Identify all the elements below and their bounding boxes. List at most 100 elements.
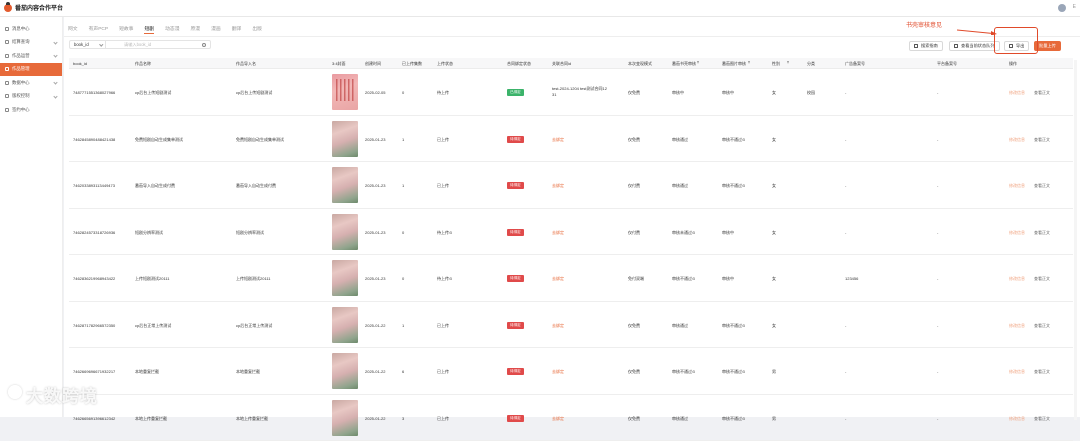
table-row: 7462669696671932217本地重复拦截本地重复拦截2025-01-2… (69, 348, 1073, 395)
sidebar-item[interactable]: 作品管理 (0, 63, 62, 77)
batch-upload-button[interactable]: 批量上传 (1034, 41, 1061, 51)
view-content-link[interactable]: 查看正文 (1034, 183, 1050, 189)
bind-contract-link[interactable]: 去绑定 (552, 276, 564, 282)
filter-icon[interactable] (787, 61, 789, 64)
sidebar-item-label: 签约中心 (12, 107, 30, 113)
tab[interactable]: 短剧 (144, 25, 154, 35)
tab[interactable]: 原漫 (191, 25, 201, 35)
view-content-link[interactable]: 查看正文 (1034, 276, 1050, 282)
sidebar-item[interactable]: 消息中心 (0, 22, 62, 36)
bind-contract-link[interactable]: 去绑定 (552, 323, 564, 329)
gender-cell: 女 (772, 137, 776, 143)
tab[interactable]: 翻译 (232, 25, 242, 35)
view-content-link[interactable]: 查看正文 (1034, 416, 1050, 422)
edit-info-link[interactable]: 修改信息 (1009, 90, 1025, 96)
tab[interactable]: 网文 (68, 25, 78, 35)
platform-record-cell: - (937, 90, 938, 95)
chevron-down-icon (53, 53, 57, 57)
cover-thumbnail[interactable] (332, 167, 358, 203)
edit-info-link[interactable]: 修改信息 (1009, 369, 1025, 375)
bind-contract-link[interactable]: 去绑定 (552, 183, 564, 189)
column-header: 番茄书壳审核 (672, 61, 696, 67)
bind-contract-link[interactable]: 去绑定 (552, 230, 564, 236)
column-header: 合同绑定状态 (507, 61, 531, 67)
shell-review-cell: 审核不通过⊙ (672, 276, 695, 282)
ad-record-cell: - (845, 183, 846, 188)
cover-thumbnail[interactable] (332, 214, 358, 250)
tomato-logo-icon (4, 4, 12, 12)
cover-thumbnail[interactable] (332, 74, 358, 110)
column-header: 已上传集数 (402, 61, 422, 67)
column-header: 本次变现模式 (628, 61, 652, 67)
sidebar-item[interactable]: 版权控制 (0, 90, 62, 104)
book-id-cell: 7462845890488421438 (73, 137, 115, 142)
search-icon[interactable] (202, 43, 206, 47)
search-guide-label: 搜索指南 (921, 43, 938, 49)
edit-info-link[interactable]: 修改信息 (1009, 416, 1025, 422)
sidebar-item[interactable]: 签约中心 (0, 103, 62, 117)
sidebar-item-label: 消息中心 (12, 26, 30, 32)
tab[interactable]: 有声PCP (89, 25, 108, 35)
tab[interactable]: 漫画 (211, 25, 221, 35)
created-date-cell: 2025-02-05 (365, 90, 385, 95)
work-name-cell: 上传短剧测试20111 (135, 276, 170, 282)
sidebar-item-label: 作品管理 (12, 66, 30, 72)
vertical-scrollbar[interactable] (1074, 60, 1077, 420)
cover-thumbnail[interactable] (332, 353, 358, 389)
ad-record-cell: - (845, 416, 846, 421)
queue-status-button[interactable]: 查看当前状态队列 (949, 41, 1000, 51)
view-content-link[interactable]: 查看正文 (1034, 137, 1050, 143)
ad-record-cell: - (845, 230, 846, 235)
user-menu[interactable]: E (1073, 4, 1076, 10)
edit-info-link[interactable]: 修改信息 (1009, 137, 1025, 143)
cover-thumbnail[interactable] (332, 400, 358, 436)
menu-icon (5, 108, 9, 112)
menu-icon (5, 67, 9, 71)
created-date-cell: 2025-01-22 (365, 323, 385, 328)
view-content-link[interactable]: 查看正文 (1034, 90, 1050, 96)
gender-cell: 女 (772, 90, 776, 96)
view-content-link[interactable]: 查看正文 (1034, 230, 1050, 236)
search-input[interactable]: 请输入book_id (106, 42, 202, 48)
view-content-link[interactable]: 查看正文 (1034, 369, 1050, 375)
import-name-cell: 本地上传重复拦截 (236, 416, 268, 422)
edit-info-link[interactable]: 修改信息 (1009, 276, 1025, 282)
chevron-down-icon (53, 94, 57, 98)
bind-contract-link[interactable]: 去绑定 (552, 137, 564, 143)
shell-review-cell: 审核通过 (672, 137, 688, 143)
filter-icon[interactable] (748, 61, 750, 64)
watermark-text: 大数跨境 (26, 382, 98, 407)
contract-id-cell: test-2024-1204 test测试合同12 (552, 86, 607, 92)
platform-record-cell: - (937, 276, 938, 281)
view-content-link[interactable]: 查看正文 (1034, 323, 1050, 329)
avatar[interactable] (1058, 4, 1066, 12)
edit-info-link[interactable]: 修改信息 (1009, 323, 1025, 329)
search-field-select[interactable]: book_id (70, 41, 106, 48)
sidebar-item[interactable]: 作品运营 (0, 49, 62, 63)
import-name-cell: cp后台上传短剧测试 (236, 90, 272, 96)
cover-thumbnail[interactable] (332, 121, 358, 157)
annotation-highlight-box (994, 27, 1038, 54)
edit-info-link[interactable]: 修改信息 (1009, 230, 1025, 236)
tab[interactable]: 出版 (252, 25, 262, 35)
shell-review-cell: 审核通过 (672, 323, 688, 329)
menu-icon (5, 54, 9, 58)
bind-contract-link[interactable]: 去绑定 (552, 369, 564, 375)
cover-thumbnail[interactable] (332, 260, 358, 296)
sidebar-item[interactable]: 结算查询 (0, 36, 62, 50)
bind-status-badge: 待绑定 (507, 136, 524, 143)
menu-icon (5, 81, 9, 85)
sidebar-item-label: 作品运营 (12, 53, 30, 59)
edit-info-link[interactable]: 修改信息 (1009, 183, 1025, 189)
tab[interactable]: 短故事 (119, 25, 133, 35)
column-header: 创建时间 (365, 61, 381, 67)
search-guide-button[interactable]: 搜索指南 (909, 41, 943, 51)
tab[interactable]: 动态漫 (165, 25, 179, 35)
sidebar-item[interactable]: 数据中心 (0, 76, 62, 90)
cover-thumbnail[interactable] (332, 307, 358, 343)
filter-icon[interactable] (697, 61, 699, 64)
bind-contract-link[interactable]: 去绑定 (552, 416, 564, 422)
monetization-mode-cell: 仅免费 (628, 369, 640, 375)
ad-record-cell: - (845, 323, 846, 328)
category-cell: 校园 (807, 90, 815, 96)
